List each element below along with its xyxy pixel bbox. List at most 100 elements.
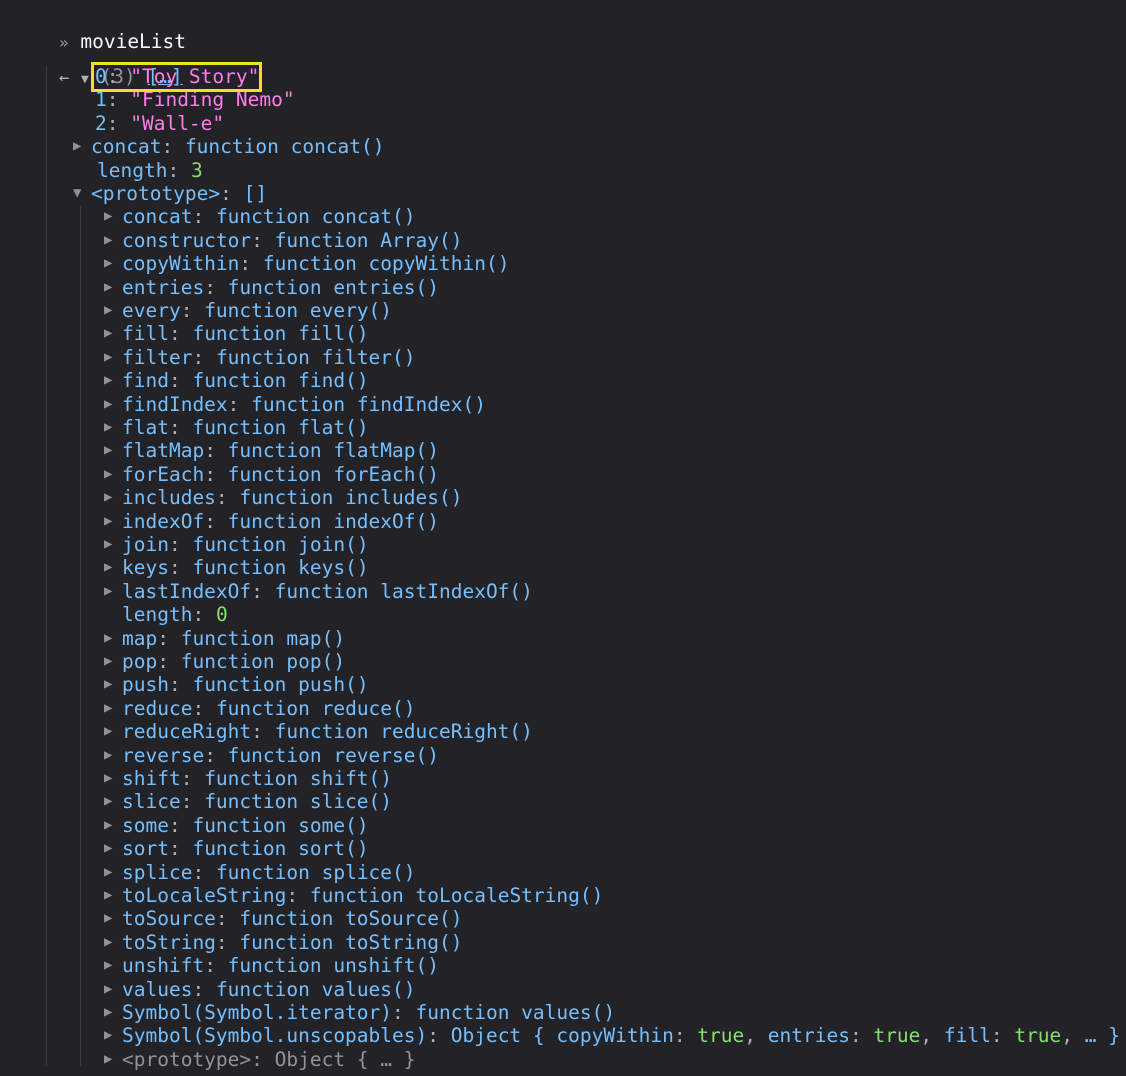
property-value: function concat() — [184, 135, 385, 159]
tree-guide-proto — [80, 206, 81, 1066]
tree-row[interactable]: ▶ toString: function toString() — [104, 931, 462, 954]
list-item[interactable]: 2: "Wall-e" — [95, 112, 224, 135]
console-input-row[interactable]: » movieList — [12, 6, 186, 53]
tree-row[interactable]: ▶ values: function values() — [104, 978, 416, 1001]
triangle-right-icon[interactable]: ▶ — [104, 627, 122, 650]
triangle-right-icon[interactable]: ▶ — [104, 556, 122, 579]
property-key: push — [122, 673, 169, 697]
triangle-right-icon[interactable]: ▶ — [104, 673, 122, 696]
tree-row[interactable]: ▶ indexOf: function indexOf() — [104, 510, 439, 533]
triangle-right-icon[interactable]: ▶ — [104, 580, 122, 603]
triangle-right-icon[interactable]: ▶ — [104, 393, 122, 416]
property-key: includes — [122, 486, 216, 510]
tree-row[interactable]: ▶ map: function map() — [104, 627, 345, 650]
highlight-box — [91, 62, 262, 92]
property-key: keys — [122, 556, 169, 580]
triangle-right-icon[interactable]: ▶ — [104, 510, 122, 533]
property-key: forEach — [122, 462, 205, 486]
tree-row-prototype[interactable]: ▼ <prototype>: [] — [73, 182, 267, 205]
tree-row[interactable]: ▶ lastIndexOf: function lastIndexOf() — [104, 580, 533, 603]
triangle-right-icon[interactable]: ▶ — [104, 1001, 122, 1024]
property-key: Symbol(Symbol.iterator) — [122, 1001, 393, 1024]
triangle-right-icon[interactable]: ▶ — [104, 790, 122, 813]
triangle-right-icon[interactable]: ▶ — [104, 744, 122, 767]
triangle-right-icon[interactable]: ▶ — [104, 205, 122, 228]
triangle-right-icon[interactable]: ▶ — [104, 814, 122, 837]
tree-row[interactable]: ▶ sort: function sort() — [104, 837, 369, 860]
triangle-right-icon[interactable]: ▶ — [104, 650, 122, 673]
triangle-right-icon[interactable]: ▶ — [104, 697, 122, 720]
tree-row[interactable]: ▶ constructor: function Array() — [104, 229, 462, 252]
item-value: "Wall-e" — [130, 111, 225, 135]
tree-row[interactable]: ▶ forEach: function forEach() — [104, 463, 439, 486]
tree-row[interactable]: ▶ push: function push() — [104, 673, 369, 696]
tree-row[interactable]: ▶ reduceRight: function reduceRight() — [104, 720, 533, 743]
property-value: function indexOf() — [227, 509, 439, 533]
tree-row[interactable]: ▶ join: function join() — [104, 533, 369, 556]
tree-row[interactable]: ▶ reverse: function reverse() — [104, 744, 439, 767]
tree-row[interactable]: ▶ every: function every() — [104, 299, 392, 322]
tree-row[interactable]: ▶ reduce: function reduce() — [104, 697, 416, 720]
property-value: function includes() — [239, 486, 463, 510]
triangle-right-icon[interactable]: ▶ — [104, 1048, 122, 1071]
property-value: function entries() — [227, 275, 439, 299]
tree-row[interactable]: ▶ toLocaleString: function toLocaleString… — [104, 884, 603, 907]
tree-row[interactable]: ▶ findIndex: function findIndex() — [104, 393, 486, 416]
triangle-right-icon[interactable]: ▶ — [104, 837, 122, 860]
triangle-right-icon[interactable]: ▶ — [104, 276, 122, 299]
triangle-right-icon[interactable]: ▶ — [104, 369, 122, 392]
tree-row[interactable]: ▶ entries: function entries() — [104, 276, 439, 299]
triangle-right-icon[interactable]: ▶ — [104, 931, 122, 954]
triangle-right-icon[interactable]: ▶ — [104, 463, 122, 486]
triangle-right-icon[interactable]: ▶ — [104, 229, 122, 252]
tree-row[interactable]: ▶ Symbol(Symbol.iterator): function value… — [104, 1001, 615, 1024]
property-value: function shift() — [204, 767, 393, 790]
preview-value: true — [1014, 1024, 1062, 1048]
triangle-right-icon[interactable]: ▶ — [104, 252, 122, 275]
property-key: copyWithin — [122, 252, 240, 276]
triangle-right-icon[interactable]: ▶ — [104, 322, 122, 345]
tree-row[interactable]: ▶ filter: function filter() — [104, 346, 416, 369]
triangle-right-icon[interactable]: ▶ — [104, 720, 122, 743]
property-value: Object { … } — [274, 1047, 416, 1071]
tree-row[interactable]: ▶ slice: function slice() — [104, 790, 392, 813]
triangle-down-icon[interactable]: ▼ — [73, 182, 91, 205]
triangle-right-icon[interactable]: ▶ — [104, 884, 122, 907]
tree-row[interactable]: ▶ flatMap: function flatMap() — [104, 439, 439, 462]
triangle-right-icon[interactable]: ▶ — [104, 1024, 122, 1047]
tree-row[interactable]: ▶ flat: function flat() — [104, 416, 369, 439]
tree-row[interactable]: ▶ keys: function keys() — [104, 556, 369, 579]
tree-row[interactable]: ▶ fill: function fill() — [104, 322, 369, 345]
triangle-right-icon[interactable]: ▶ — [104, 439, 122, 462]
tree-row[interactable]: ▶ some: function some() — [104, 814, 369, 837]
triangle-right-icon[interactable]: ▶ — [104, 954, 122, 977]
property-value: [] — [243, 182, 268, 205]
property-key: some — [122, 813, 169, 837]
devtools-console: » movieList ← ▼ (3) […] 0: "Toy Story" 1:… — [0, 0, 1126, 1076]
tree-row-nested-prototype[interactable]: ▶ <prototype>: Object { … } — [104, 1048, 416, 1071]
triangle-right-icon[interactable]: ▶ — [104, 861, 122, 884]
tree-row[interactable]: ▶ copyWithin: function copyWithin() — [104, 252, 509, 275]
triangle-right-icon[interactable]: ▶ — [104, 533, 122, 556]
tree-row[interactable]: ▶ splice: function splice() — [104, 861, 416, 884]
triangle-right-icon[interactable]: ▶ — [104, 416, 122, 439]
triangle-right-icon[interactable]: ▶ — [73, 135, 91, 158]
triangle-right-icon[interactable]: ▶ — [104, 299, 122, 322]
tree-row[interactable]: ▶ concat: function concat() — [104, 205, 416, 228]
tree-row[interactable]: ▶ pop: function pop() — [104, 650, 345, 673]
tree-row[interactable]: ▶ find: function find() — [104, 369, 369, 392]
tree-row[interactable]: ▶ shift: function shift() — [104, 767, 392, 790]
triangle-right-icon[interactable]: ▶ — [104, 907, 122, 930]
tree-row-concat[interactable]: ▶ concat: function concat() — [73, 135, 385, 158]
triangle-right-icon[interactable]: ▶ — [104, 486, 122, 509]
tree-row-unscopables[interactable]: ▶ Symbol(Symbol.unscopables): Object { co… — [104, 1024, 1120, 1047]
triangle-down-icon[interactable]: ▼ — [81, 72, 89, 87]
tree-row[interactable]: ▶ unshift: function unshift() — [104, 954, 439, 977]
property-value: function filter() — [215, 345, 416, 369]
tree-row[interactable]: ▶ includes: function includes() — [104, 486, 462, 509]
triangle-right-icon[interactable]: ▶ — [104, 346, 122, 369]
property-value: function join() — [192, 533, 369, 556]
tree-row[interactable]: ▶ toSource: function toSource() — [104, 907, 462, 930]
triangle-right-icon[interactable]: ▶ — [104, 978, 122, 1001]
triangle-right-icon[interactable]: ▶ — [104, 767, 122, 790]
